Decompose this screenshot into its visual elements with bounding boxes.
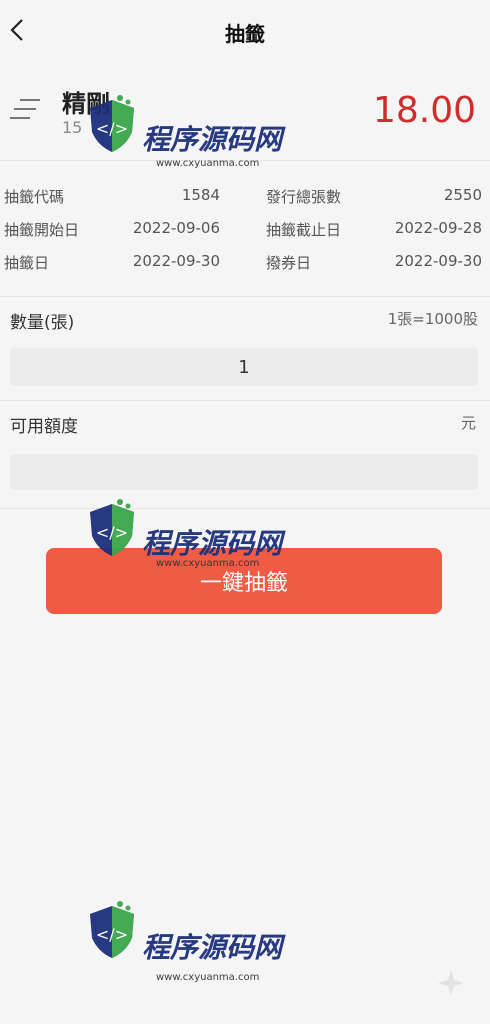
watermark: </> 程序源码网 www.cxyuanma.com: [86, 496, 306, 588]
info-label: 抽籤日: [4, 254, 50, 272]
info-label: 撥券日: [266, 254, 312, 272]
info-label: 抽籤開始日: [4, 221, 80, 239]
stock-price: 18.00: [372, 90, 476, 131]
quantity-label: 數量(張): [10, 313, 75, 333]
svg-text:</>: </>: [96, 119, 128, 138]
info-label: 抽籤代碼: [4, 188, 65, 206]
info-value: 2022-09-28: [394, 219, 482, 237]
info-value: 2022-09-06: [132, 219, 220, 237]
menu-lines-icon[interactable]: [10, 92, 44, 126]
stock-code: 15: [62, 118, 83, 137]
shield-logo-icon: </>: [90, 901, 134, 958]
info-value: 2022-09-30: [132, 252, 220, 270]
watermark: </> 程序源码网 www.cxyuanma.com: [86, 898, 306, 998]
divider: [0, 296, 490, 297]
quantity-unit-note: 1張=1000股: [387, 310, 478, 328]
shield-logo-icon: </>: [90, 499, 134, 556]
available-amount-field[interactable]: [10, 454, 478, 490]
available-amount-label: 可用額度: [10, 417, 78, 437]
watermark: </> 程序源码网 www.cxyuanma.com: [86, 92, 306, 184]
info-label: 發行總張數: [266, 188, 342, 206]
shield-logo-icon: </>: [90, 95, 134, 152]
header-bar: 抽籤: [0, 0, 490, 62]
available-amount-unit: 元: [460, 414, 476, 432]
info-label: 抽籤截止日: [266, 221, 342, 239]
info-row: 抽籤日 2022-09-30 撥券日 2022-09-30: [0, 244, 490, 277]
info-grid: 抽籤代碼 1584 發行總張數 2550 抽籤開始日 2022-09-06 抽籤…: [0, 178, 490, 277]
info-value: 2550: [443, 186, 482, 204]
quantity-input[interactable]: [10, 348, 478, 386]
svg-text:</>: </>: [96, 925, 128, 944]
sparkle-icon: [438, 970, 464, 996]
page-title: 抽籤: [225, 22, 265, 46]
info-value: 2022-09-30: [394, 252, 482, 270]
svg-text:</>: </>: [96, 523, 128, 542]
divider: [0, 400, 490, 401]
info-value: 1584: [181, 186, 220, 204]
info-row: 抽籤開始日 2022-09-06 抽籤截止日 2022-09-28: [0, 211, 490, 244]
